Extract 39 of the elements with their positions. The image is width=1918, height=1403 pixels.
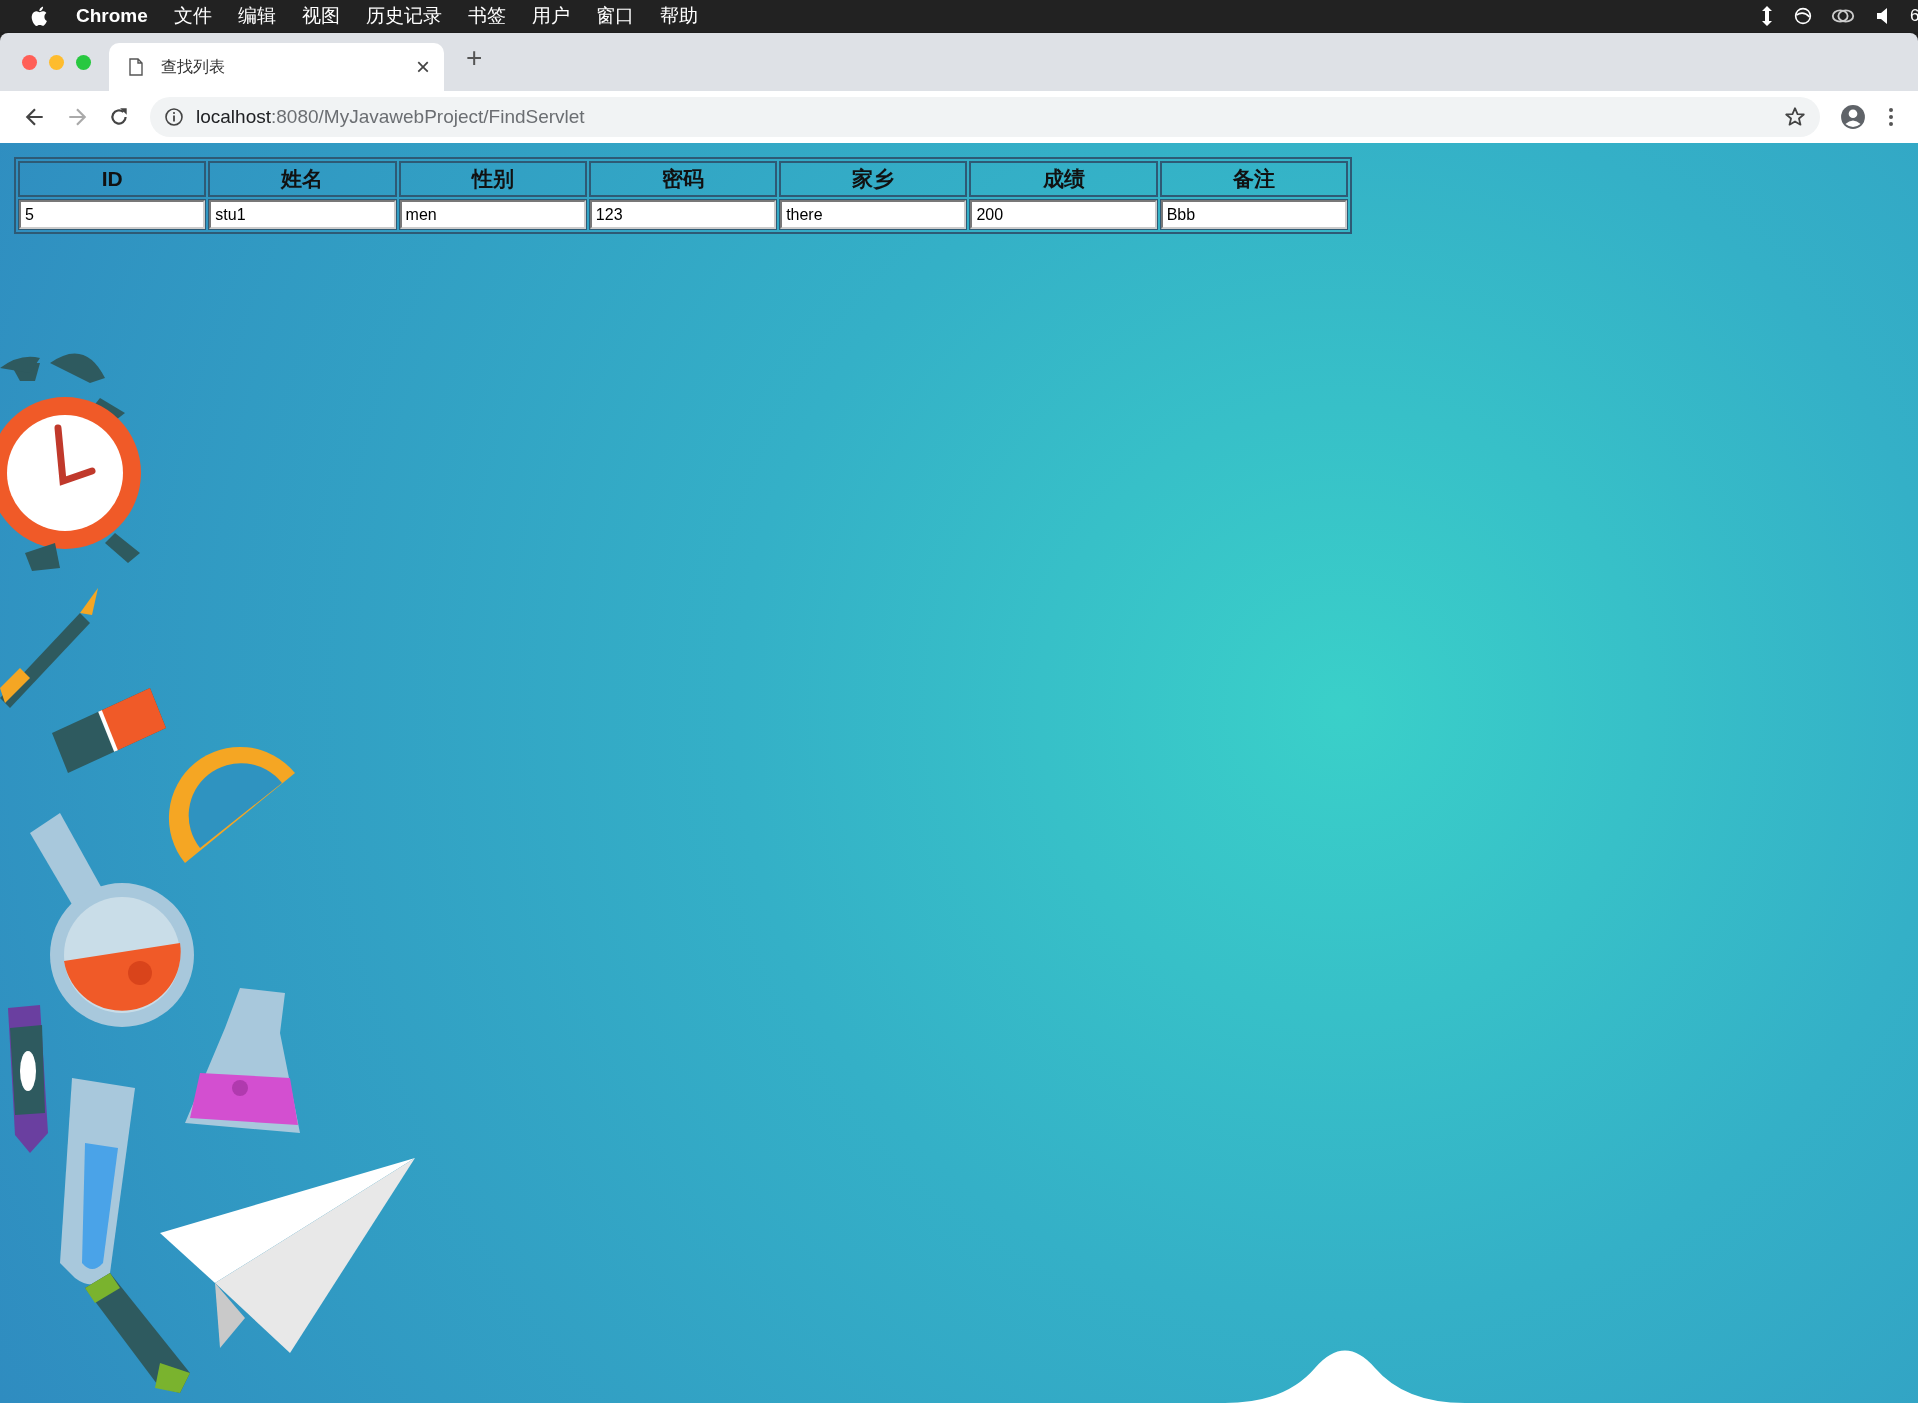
column-header: 成绩 <box>969 161 1158 197</box>
input-field[interactable]: Bbb <box>1160 200 1347 229</box>
input-field[interactable]: 200 <box>970 200 1157 229</box>
address-bar[interactable]: localhost:8080/MyJavawebProject/FindServlet <box>150 97 1820 137</box>
menu-item[interactable]: 编辑 <box>237 3 276 29</box>
reload-icon[interactable] <box>108 106 130 128</box>
column-header: 姓名 <box>208 161 397 197</box>
column-header: 密码 <box>588 161 778 197</box>
input-field[interactable]: there <box>780 200 967 229</box>
tab-title: 查找列表 <box>161 56 226 77</box>
url-text: localhost:8080/MyJavawebProject/FindServlet <box>196 106 585 128</box>
more-menu-icon[interactable] <box>1888 107 1894 127</box>
column-header: ID <box>18 161 207 197</box>
menu-app-name[interactable]: Chrome <box>76 5 148 27</box>
column-header: 备注 <box>1159 161 1348 197</box>
menu-item[interactable]: 书签 <box>467 3 506 29</box>
menu-item[interactable]: 文件 <box>173 3 212 29</box>
circle-icon[interactable] <box>1794 5 1812 27</box>
input-field[interactable]: 123 <box>589 200 777 229</box>
browser-tab[interactable]: 查找列表 × <box>109 43 444 91</box>
info-icon[interactable] <box>164 107 184 127</box>
close-tab-button[interactable]: × <box>416 53 430 81</box>
menu-clock: 6 <box>1910 6 1918 26</box>
menu-item[interactable]: 帮助 <box>659 3 698 29</box>
menu-item[interactable]: 用户 <box>531 3 570 29</box>
column-header: 家乡 <box>779 161 968 197</box>
menu-item[interactable]: 视图 <box>301 3 340 29</box>
account-icon[interactable] <box>1840 104 1866 130</box>
column-header: 性别 <box>398 161 587 197</box>
apple-logo-icon[interactable] <box>30 5 48 27</box>
menu-item[interactable]: 窗口 <box>595 3 634 29</box>
menu-item[interactable]: 历史记录 <box>365 3 442 29</box>
input-field[interactable]: 5 <box>19 200 206 229</box>
star-icon[interactable] <box>1784 106 1806 128</box>
input-field[interactable]: stu1 <box>209 200 396 229</box>
input-field[interactable]: men <box>399 200 586 229</box>
document-icon <box>129 58 143 76</box>
new-tab-button[interactable]: + <box>466 42 483 74</box>
back-arrow-icon[interactable] <box>24 106 46 128</box>
